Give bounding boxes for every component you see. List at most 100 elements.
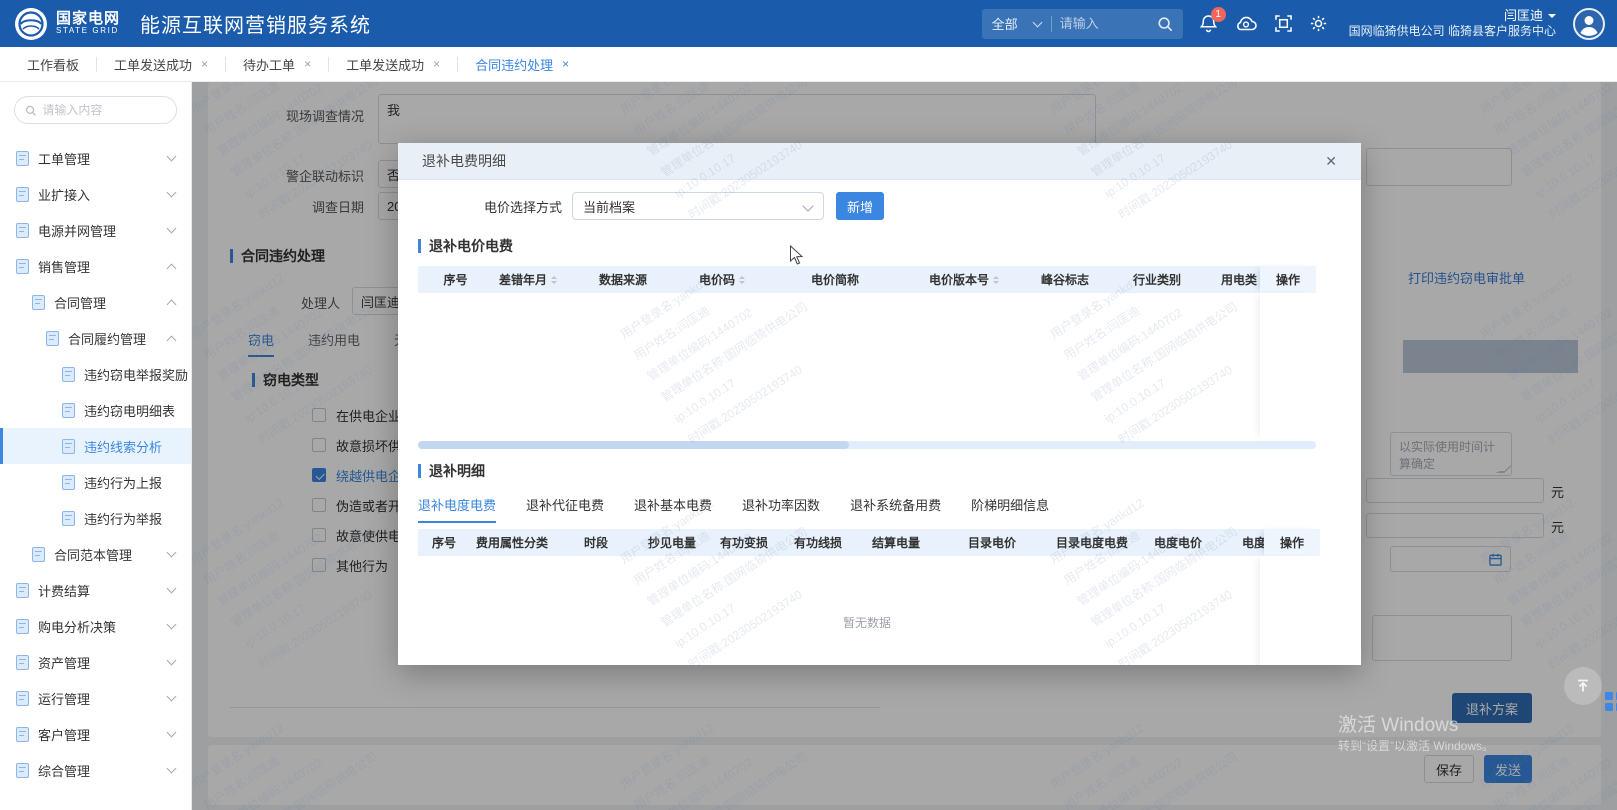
modal-title: 退补电费明细	[422, 151, 506, 171]
sidebar-item[interactable]: 违约行为上报	[0, 464, 191, 500]
search-input[interactable]	[1052, 16, 1157, 31]
table-column-header: 电度	[1236, 529, 1264, 556]
sidebar-item[interactable]: 计费结算	[0, 572, 191, 608]
refund-detail-table-header: 序号 费用属性分类 时段 抄见电量 有功变损 有功线损	[418, 529, 1316, 556]
arrow-up-icon	[1575, 678, 1591, 694]
sidebar-item[interactable]: 违约线索分析	[0, 428, 191, 464]
add-button[interactable]: 新增	[836, 192, 884, 220]
refund-detail-tab[interactable]: 退补系统备用费	[850, 495, 941, 523]
user-org-block[interactable]: 闫匡迪 国网临猗供电公司 临猗县客户服务中心	[1349, 8, 1556, 39]
close-icon[interactable]: ×	[562, 57, 569, 71]
notification-badge: 1	[1211, 7, 1226, 22]
sidebar-item[interactable]: 合同范本管理	[0, 536, 191, 572]
chevron-icon	[167, 263, 177, 273]
sidebar-item[interactable]: 客户管理	[0, 716, 191, 752]
fixed-operation-column	[1260, 556, 1316, 665]
sort-icon[interactable]	[739, 273, 745, 287]
refund-detail-tab[interactable]: 退补代征电费	[526, 495, 604, 523]
page-tab[interactable]: 待办工单 ×	[226, 57, 329, 72]
document-icon	[16, 187, 29, 202]
sidebar-item[interactable]: 合同管理	[0, 284, 191, 320]
table-column-header: 电价版本号	[923, 266, 1035, 293]
document-icon	[32, 547, 45, 562]
chevron-icon	[167, 152, 177, 162]
sidebar-item[interactable]: 合同履约管理	[0, 320, 191, 356]
page-tab[interactable]: 工单发送成功 ×	[329, 57, 458, 72]
table-column-header: 目录电度电费	[1050, 529, 1148, 556]
sidebar-item[interactable]: 资产管理	[0, 644, 191, 680]
state-grid-logo	[14, 7, 48, 41]
fullscreen-icon[interactable]	[1275, 15, 1292, 32]
section-bar	[418, 239, 421, 253]
caret-down-icon	[1548, 14, 1556, 22]
search-scope-value: 全部	[992, 14, 1018, 33]
sidebar-item-label: 销售管理	[38, 257, 90, 276]
price-section-title: 退补电价电费	[418, 236, 1341, 256]
sidebar-item[interactable]: 电源并网管理	[0, 212, 191, 248]
sidebar-item[interactable]: 购电分析决策	[0, 608, 191, 644]
avatar[interactable]	[1573, 8, 1605, 40]
document-icon	[62, 475, 75, 490]
sidebar-item[interactable]: 综合管理	[0, 752, 191, 788]
chevron-icon	[167, 584, 177, 594]
price-mode-value: 当前档案	[583, 197, 635, 216]
sidebar-item[interactable]: 运行管理	[0, 680, 191, 716]
refund-detail-tabs: 退补电度电费 退补代征电费 退补基本电费 退补功率因数 退补系统备用费 阶梯明细…	[418, 495, 1341, 523]
settings-gear-icon[interactable]	[1309, 14, 1328, 33]
sidebar-search	[14, 96, 177, 124]
page-tab[interactable]: 工单发送成功 ×	[97, 57, 226, 72]
refund-detail-tab[interactable]: 退补基本电费	[634, 495, 712, 523]
brand-text: 国家电网 STATE GRID	[56, 11, 120, 36]
refund-detail-tab[interactable]: 退补功率因数	[742, 495, 820, 523]
sidebar-item-label: 合同管理	[54, 293, 106, 312]
sort-icon[interactable]	[993, 273, 999, 287]
table-column-header: 电度电价	[1148, 529, 1236, 556]
sidebar-menu: 工单管理 业扩接入 电源并网管理 销售管理 合同管理 合同履约管理	[0, 140, 191, 788]
refund-detail-tab[interactable]: 退补电度电费	[418, 495, 496, 523]
page-tab-label: 工单发送成功	[346, 55, 424, 74]
price-mode-select[interactable]: 当前档案	[572, 192, 824, 220]
sidebar-item[interactable]: 违约窃电举报奖励	[0, 356, 191, 392]
sidebar-item[interactable]: 违约行为举报	[0, 500, 191, 536]
chevron-icon	[167, 728, 177, 738]
close-icon[interactable]: ✕	[1325, 153, 1337, 170]
table-column-header: 行业类别	[1127, 266, 1215, 293]
refund-detail-tab[interactable]: 阶梯明细信息	[971, 495, 1049, 523]
refund-fee-detail-modal: 退补电费明细 ✕ 电价选择方式 当前档案 新增 退补电价电费 序号 差错年月	[398, 143, 1361, 665]
table-column-header: 电价码	[693, 266, 805, 293]
table-column-header: 用电类	[1215, 266, 1260, 293]
brand-en: STATE GRID	[56, 27, 120, 36]
close-icon[interactable]: ×	[201, 57, 208, 71]
page-tab[interactable]: 合同违约处理 ×	[458, 57, 586, 72]
document-icon	[62, 439, 75, 454]
chevron-icon	[167, 299, 177, 309]
table-column-header: 抄见电量	[642, 529, 714, 556]
page-tab[interactable]: 工作看板	[10, 57, 97, 72]
page-tab-label: 待办工单	[243, 55, 295, 74]
windows-activation-line1: 激活 Windows	[1338, 710, 1458, 737]
notification-bell-icon[interactable]: 1	[1200, 14, 1217, 33]
back-to-top-button[interactable]	[1564, 667, 1602, 705]
close-icon[interactable]: ×	[433, 57, 440, 71]
chevron-down-icon	[1032, 17, 1042, 27]
document-icon	[62, 367, 75, 382]
sidebar-item[interactable]: 违约窃电明细表	[0, 392, 191, 428]
cloud-icon[interactable]	[1234, 15, 1258, 32]
table-column-header: 时段	[578, 529, 642, 556]
brand-cn: 国家电网	[56, 11, 120, 28]
search-icon[interactable]	[1157, 16, 1173, 32]
sidebar-item[interactable]: 工单管理	[0, 140, 191, 176]
sidebar-search-input[interactable]	[42, 103, 166, 117]
sidebar-item[interactable]: 业扩接入	[0, 176, 191, 212]
scrollbar-thumb[interactable]	[418, 441, 849, 449]
fixed-operation-column	[1260, 293, 1316, 439]
close-icon[interactable]: ×	[304, 57, 311, 71]
search-scope-select[interactable]: 全部	[992, 14, 1051, 33]
document-icon	[16, 259, 29, 274]
chevron-icon	[167, 188, 177, 198]
document-icon	[46, 331, 59, 346]
sidebar-item[interactable]: 销售管理	[0, 248, 191, 284]
floating-grid-icon[interactable]	[1605, 692, 1617, 712]
sort-icon[interactable]	[551, 273, 557, 287]
table-column-header: 电价简称	[805, 266, 923, 293]
